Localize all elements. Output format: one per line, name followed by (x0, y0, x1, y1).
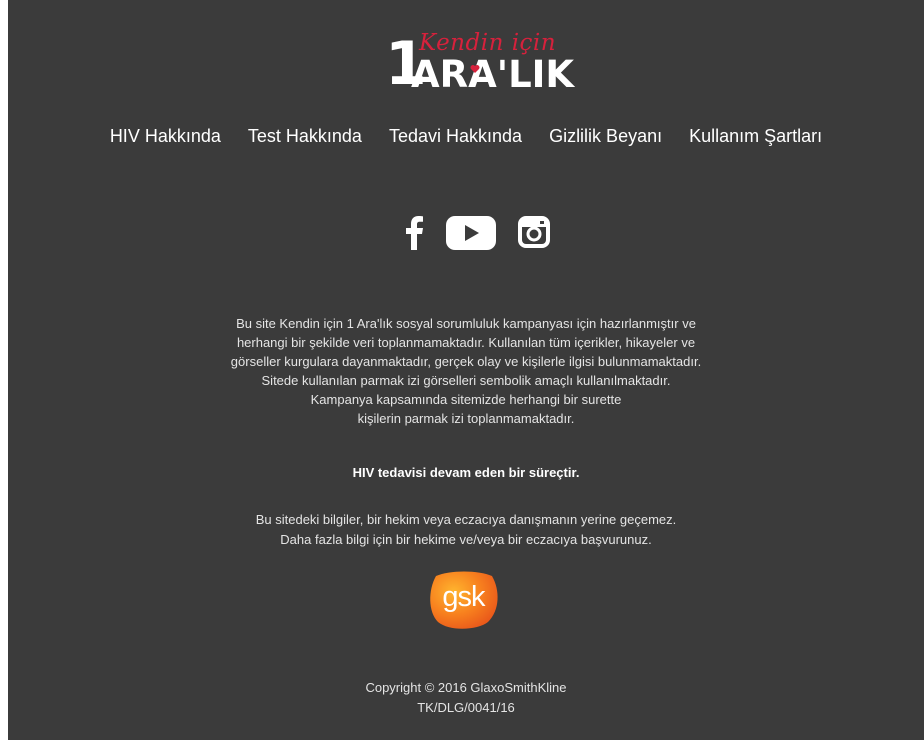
disclaimer-line: Kampanya kapsamında sitemizde herhangi b… (310, 392, 622, 407)
gsk-logo-text: gsk (442, 581, 485, 613)
disclaimer-line: herhangi bir şekilde veri toplanmamaktad… (236, 335, 696, 350)
nav-link-privacy[interactable]: Gizlilik Beyanı (549, 126, 662, 147)
disclaimer-line: Bu site Kendin için 1 Ara'lık sosyal sor… (236, 316, 696, 331)
disclaimer-line: görseller kurgulara dayanmaktadır, gerçe… (230, 354, 702, 369)
disclaimer-text: Bu site Kendin için 1 Ara'lık sosyal sor… (8, 314, 924, 428)
instagram-icon[interactable] (518, 216, 550, 248)
site-footer: Kendin için 1 ARA'LIK HIV Hakkında Test … (8, 0, 924, 740)
nav-link-treatment[interactable]: Tedavi Hakkında (389, 126, 522, 147)
nav-link-hiv[interactable]: HIV Hakkında (110, 126, 221, 147)
gsk-logo[interactable]: gsk (426, 570, 501, 632)
disclaimer-line: kişilerin parmak izi toplanmamaktadır. (357, 411, 575, 426)
nav-link-terms[interactable]: Kullanım Şartları (689, 126, 822, 147)
facebook-icon[interactable] (404, 214, 424, 250)
copyright: Copyright © 2016 GlaxoSmithKline TK/DLG/… (8, 678, 924, 718)
copyright-line: Copyright © 2016 GlaxoSmithKline (365, 680, 567, 695)
youtube-icon[interactable] (446, 216, 496, 250)
nav-link-test[interactable]: Test Hakkında (248, 126, 362, 147)
campaign-logo[interactable]: Kendin için 1 ARA'LIK (383, 30, 574, 100)
advice-line: Daha fazla bilgi için bir hekime ve/veya… (280, 532, 652, 547)
footer-nav: HIV Hakkında Test Hakkında Tedavi Hakkın… (8, 126, 924, 147)
disclaimer-line: Sitede kullanılan parmak izi görselleri … (261, 373, 671, 388)
social-links (394, 212, 554, 252)
heart-icon (470, 65, 480, 73)
advice-line: Bu sitedeki bilgiler, bir hekim veya ecz… (255, 512, 677, 527)
logo-word: ARA'LIK (411, 53, 575, 96)
medical-advice-text: Bu sitedeki bilgiler, bir hekim veya ecz… (8, 510, 924, 550)
treatment-note: HIV tedavisi devam eden bir süreçtir. (352, 465, 580, 480)
document-code: TK/DLG/0041/16 (417, 700, 515, 715)
